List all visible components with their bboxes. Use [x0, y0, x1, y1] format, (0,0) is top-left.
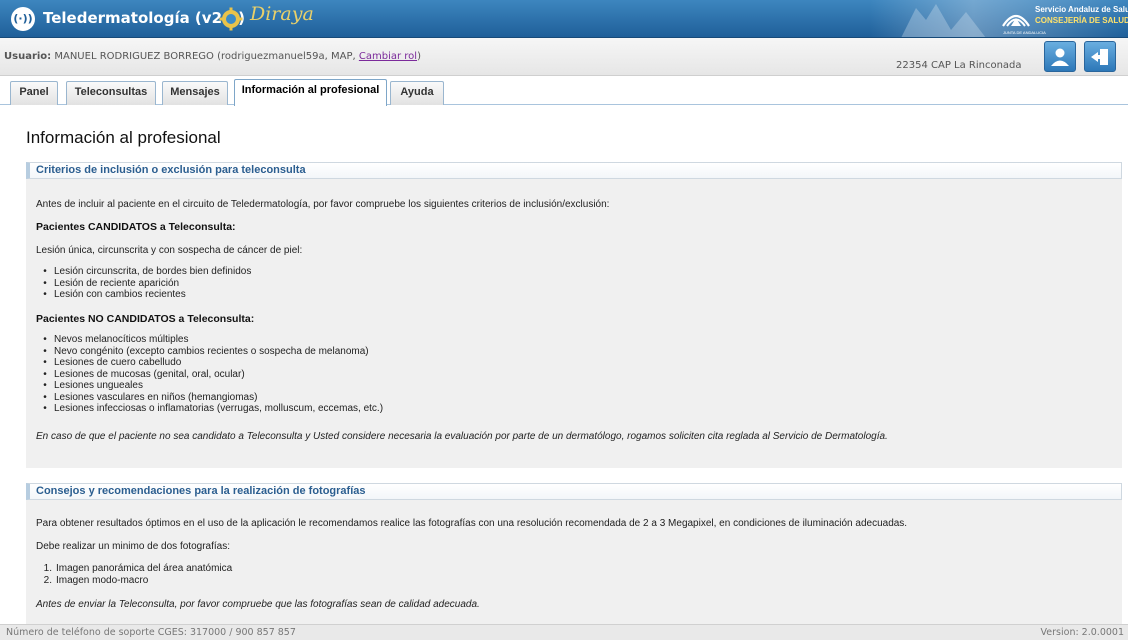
list-item: Lesiones vasculares en niños (hemangioma… [40, 392, 383, 404]
user-profile-icon [1051, 48, 1069, 66]
logout-icon [1091, 49, 1108, 65]
candidates-intro: Lesión única, circunscrita y con sospech… [36, 245, 303, 256]
tab-teleconsultas[interactable]: Teleconsultas [66, 81, 156, 105]
tab-ayuda[interactable]: Ayuda [390, 81, 444, 105]
change-role-link[interactable]: Cambiar rol [359, 51, 417, 62]
main-content: Información al profesional Criterios de … [0, 106, 1128, 624]
gear-icon [219, 7, 243, 31]
tab-panel[interactable]: Panel [10, 81, 58, 105]
non-candidates-title: Pacientes NO CANDIDATOS a Teleconsulta: [36, 313, 255, 325]
list-text: Imagen modo-macro [56, 574, 149, 586]
version-label: Version: 2.0.0001 [1040, 627, 1124, 638]
main-tabs: Panel Teleconsultas Mensajes Información… [0, 77, 1128, 106]
user-profile-button[interactable] [1044, 41, 1076, 72]
list-text: Imagen panorámica del área anatómica [56, 563, 233, 574]
photo-recommendations-section: Consejos y recomendaciones para la reali… [26, 483, 1122, 624]
candidates-title: Pacientes CANDIDATOS a Teleconsulta: [36, 221, 236, 233]
list-number: 2. [43, 574, 52, 586]
criteria-intro: Antes de incluir al paciente en el circu… [36, 199, 610, 210]
list-item: Nevo congénito (excepto cambios reciente… [40, 346, 383, 358]
list-item: Lesión de reciente aparición [40, 278, 251, 290]
list-item: Nevos melanocíticos múltiples [40, 334, 383, 346]
non-candidates-list: Nevos melanocíticos múltiples Nevo congé… [40, 334, 383, 415]
logout-button[interactable] [1084, 41, 1116, 72]
health-center-label: 22354 CAP La Rinconada [896, 60, 1022, 71]
org-government: JUNTA DE ANDALUCIA [1003, 30, 1046, 35]
candidates-list: Lesión circunscrita, de bordes bien defi… [40, 266, 251, 301]
user-value: MANUEL RODRIGUEZ BORREGO (rodriguezmanue… [51, 51, 359, 62]
user-label: Usuario: [4, 51, 52, 62]
support-phone: Número de teléfono de soporte CGES: 3170… [6, 627, 296, 638]
user-close-paren: ) [417, 51, 421, 62]
section-heading: Consejos y recomendaciones para la reali… [26, 483, 1122, 500]
section-heading: Criterios de inclusión o exclusión para … [26, 162, 1122, 179]
list-item: Lesiones de cuero cabelludo [40, 357, 383, 369]
photo-intro: Para obtener resultados óptimos en el us… [36, 518, 908, 529]
min-photos-text: Debe realizar un minimo de dos fotografí… [36, 541, 230, 552]
list-item: 2. Imagen modo-macro [40, 575, 232, 587]
list-number: 1. [43, 563, 52, 574]
list-item: 1. Imagen panorámica del área anatómica [40, 563, 233, 575]
user-info: Usuario: MANUEL RODRIGUEZ BORREGO (rodri… [4, 51, 421, 62]
list-item: Lesiones infecciosas o inflamatorias (ve… [40, 403, 383, 415]
photo-list: 1. Imagen panorámica del área anatómica 2… [40, 563, 233, 587]
list-item: Lesión con cambios recientes [40, 289, 251, 301]
tab-informacion-profesional[interactable]: Información al profesional [234, 79, 387, 106]
page-title: Información al profesional [26, 128, 221, 147]
criteria-note: En caso de que el paciente no sea candid… [36, 431, 888, 442]
user-bar: Usuario: MANUEL RODRIGUEZ BORREGO (rodri… [0, 38, 1128, 76]
app-header: (·)) Teledermatología (v2.0) Diraya Serv… [0, 0, 1128, 38]
inclusion-criteria-section: Criterios de inclusión o exclusión para … [26, 162, 1122, 468]
photo-note: Antes de enviar la Teleconsulta, por fav… [36, 599, 480, 610]
org-name: Servicio Andaluz de Salud [1035, 5, 1128, 14]
org-department: CONSEJERÍA DE SALUD [1035, 16, 1128, 25]
section-heading-text: Consejos y recomendaciones para la reali… [30, 484, 1121, 499]
app-title: Teledermatología (v2.0) [43, 9, 245, 27]
brand-logo-text: Diraya [250, 3, 314, 25]
list-item: Lesiones de mucosas (genital, oral, ocul… [40, 369, 383, 381]
header-illustration [901, 4, 986, 37]
broadcast-icon: (·)) [11, 7, 35, 31]
footer: Número de teléfono de soporte CGES: 3170… [0, 624, 1128, 640]
list-item: Lesiones ungueales [40, 380, 383, 392]
section-heading-text: Criterios de inclusión o exclusión para … [30, 163, 1121, 178]
list-item: Lesión circunscrita, de bordes bien defi… [40, 266, 251, 278]
tab-mensajes[interactable]: Mensajes [162, 81, 228, 105]
